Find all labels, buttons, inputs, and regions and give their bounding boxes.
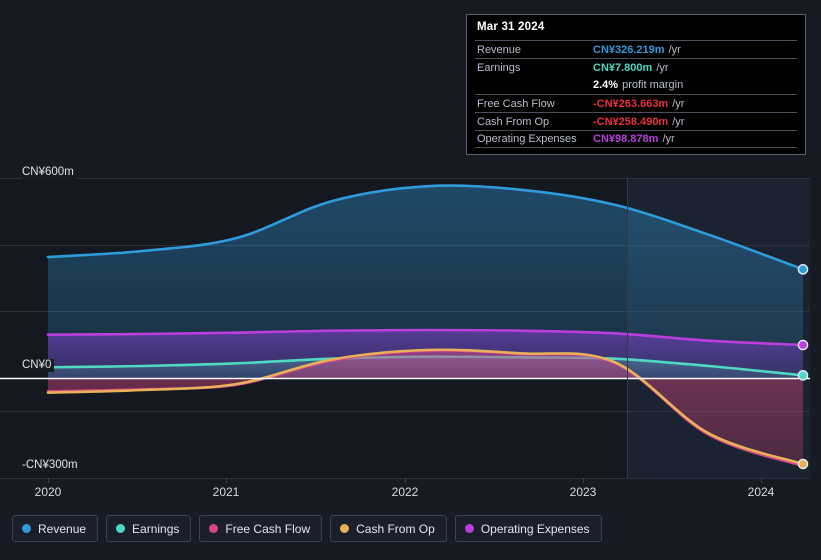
tooltip-row-label: Earnings (477, 61, 521, 74)
tooltip-row: Revenue CN¥326.219m/yr (475, 40, 797, 58)
tooltip-row: Earnings CN¥7.800m/yr (475, 58, 797, 76)
legend-item-free-cash-flow[interactable]: Free Cash Flow (199, 515, 323, 542)
tooltip-row-unit: /yr (662, 133, 675, 145)
legend-color-dot-icon (22, 524, 31, 533)
y-axis-label: CN¥600m (22, 166, 77, 179)
legend-item-earnings[interactable]: Earnings (106, 515, 192, 542)
tooltip-row-label: Operating Expenses (477, 133, 577, 145)
legend-item-operating-expenses[interactable]: Operating Expenses (454, 515, 602, 542)
y-axis-label: -CN¥300m (22, 459, 81, 472)
tooltip-row-unit: /yr (672, 97, 685, 110)
tooltip-row-value: CN¥326.219m (593, 43, 665, 56)
tooltip-date: Mar 31 2024 (477, 21, 545, 33)
tooltip-row-value: CN¥98.878m (593, 133, 659, 145)
tooltip-row-value: -CN¥258.490m (593, 115, 669, 128)
tooltip-row-unit: /yr (656, 61, 669, 74)
endpoint-earnings[interactable] (797, 370, 809, 381)
tooltip-row-label: Revenue (477, 43, 522, 56)
chart-legend[interactable]: Revenue Earnings Free Cash Flow Cash From O… (12, 515, 602, 542)
tooltip-row-unit: profit margin (622, 79, 684, 91)
legend-item-label: Operating Expenses (480, 521, 590, 536)
y-axis-label: CN¥0 (22, 359, 55, 372)
x-axis-label: 2023 (569, 485, 597, 499)
tooltip-row: Cash From Op -CN¥258.490m/yr (475, 112, 797, 130)
tooltip-row: Operating Expenses CN¥98.878m/yr (475, 130, 797, 148)
tooltip-row-unit: /yr (668, 43, 681, 56)
legend-item-label: Revenue (38, 521, 87, 536)
legend-color-dot-icon (464, 524, 474, 533)
tooltip-row: 2.4% profit margin (475, 76, 797, 94)
endpoint-cash-from-op[interactable] (797, 458, 809, 470)
x-axis-label: 2020 (34, 485, 62, 499)
legend-item-revenue[interactable]: Revenue (12, 515, 99, 542)
legend-item-cash-from-op[interactable]: Cash From Op (330, 515, 447, 542)
tooltip-row-label: Cash From Op (477, 115, 550, 128)
legend-color-dot-icon (116, 524, 126, 533)
tooltip-row-value: -CN¥263.663m (593, 97, 669, 110)
x-axis-label: 2021 (212, 485, 240, 499)
tooltip-row-label: Free Cash Flow (477, 97, 555, 110)
tooltip-row: Free Cash Flow -CN¥263.663m/yr (475, 94, 797, 112)
endpoint-operating-expenses[interactable] (797, 339, 809, 351)
tooltip-rows: Revenue CN¥326.219m/yr Earnings CN¥7.800m/y… (475, 40, 797, 148)
chart-tooltip: Mar 31 2024 Revenue CN¥326.219m/yr Earning… (466, 14, 806, 155)
legend-color-dot-icon (340, 524, 350, 533)
financial-chart-screen: CN¥600m CN¥0 -CN¥300m 2020 2021 2022 2023 2024… (0, 0, 821, 560)
endpoint-revenue[interactable] (797, 264, 809, 275)
x-axis-label: 2022 (391, 485, 419, 499)
tooltip-row-value: 2.4% (593, 79, 619, 91)
legend-item-label: Free Cash Flow (225, 521, 311, 536)
legend-color-dot-icon (209, 524, 219, 533)
legend-item-label: Earnings (132, 521, 180, 536)
tooltip-row-value: CN¥7.800m (593, 61, 653, 74)
legend-item-label: Cash From Op (356, 521, 435, 536)
x-axis-label: 2024 (747, 485, 775, 499)
tooltip-row-unit: /yr (672, 115, 685, 128)
